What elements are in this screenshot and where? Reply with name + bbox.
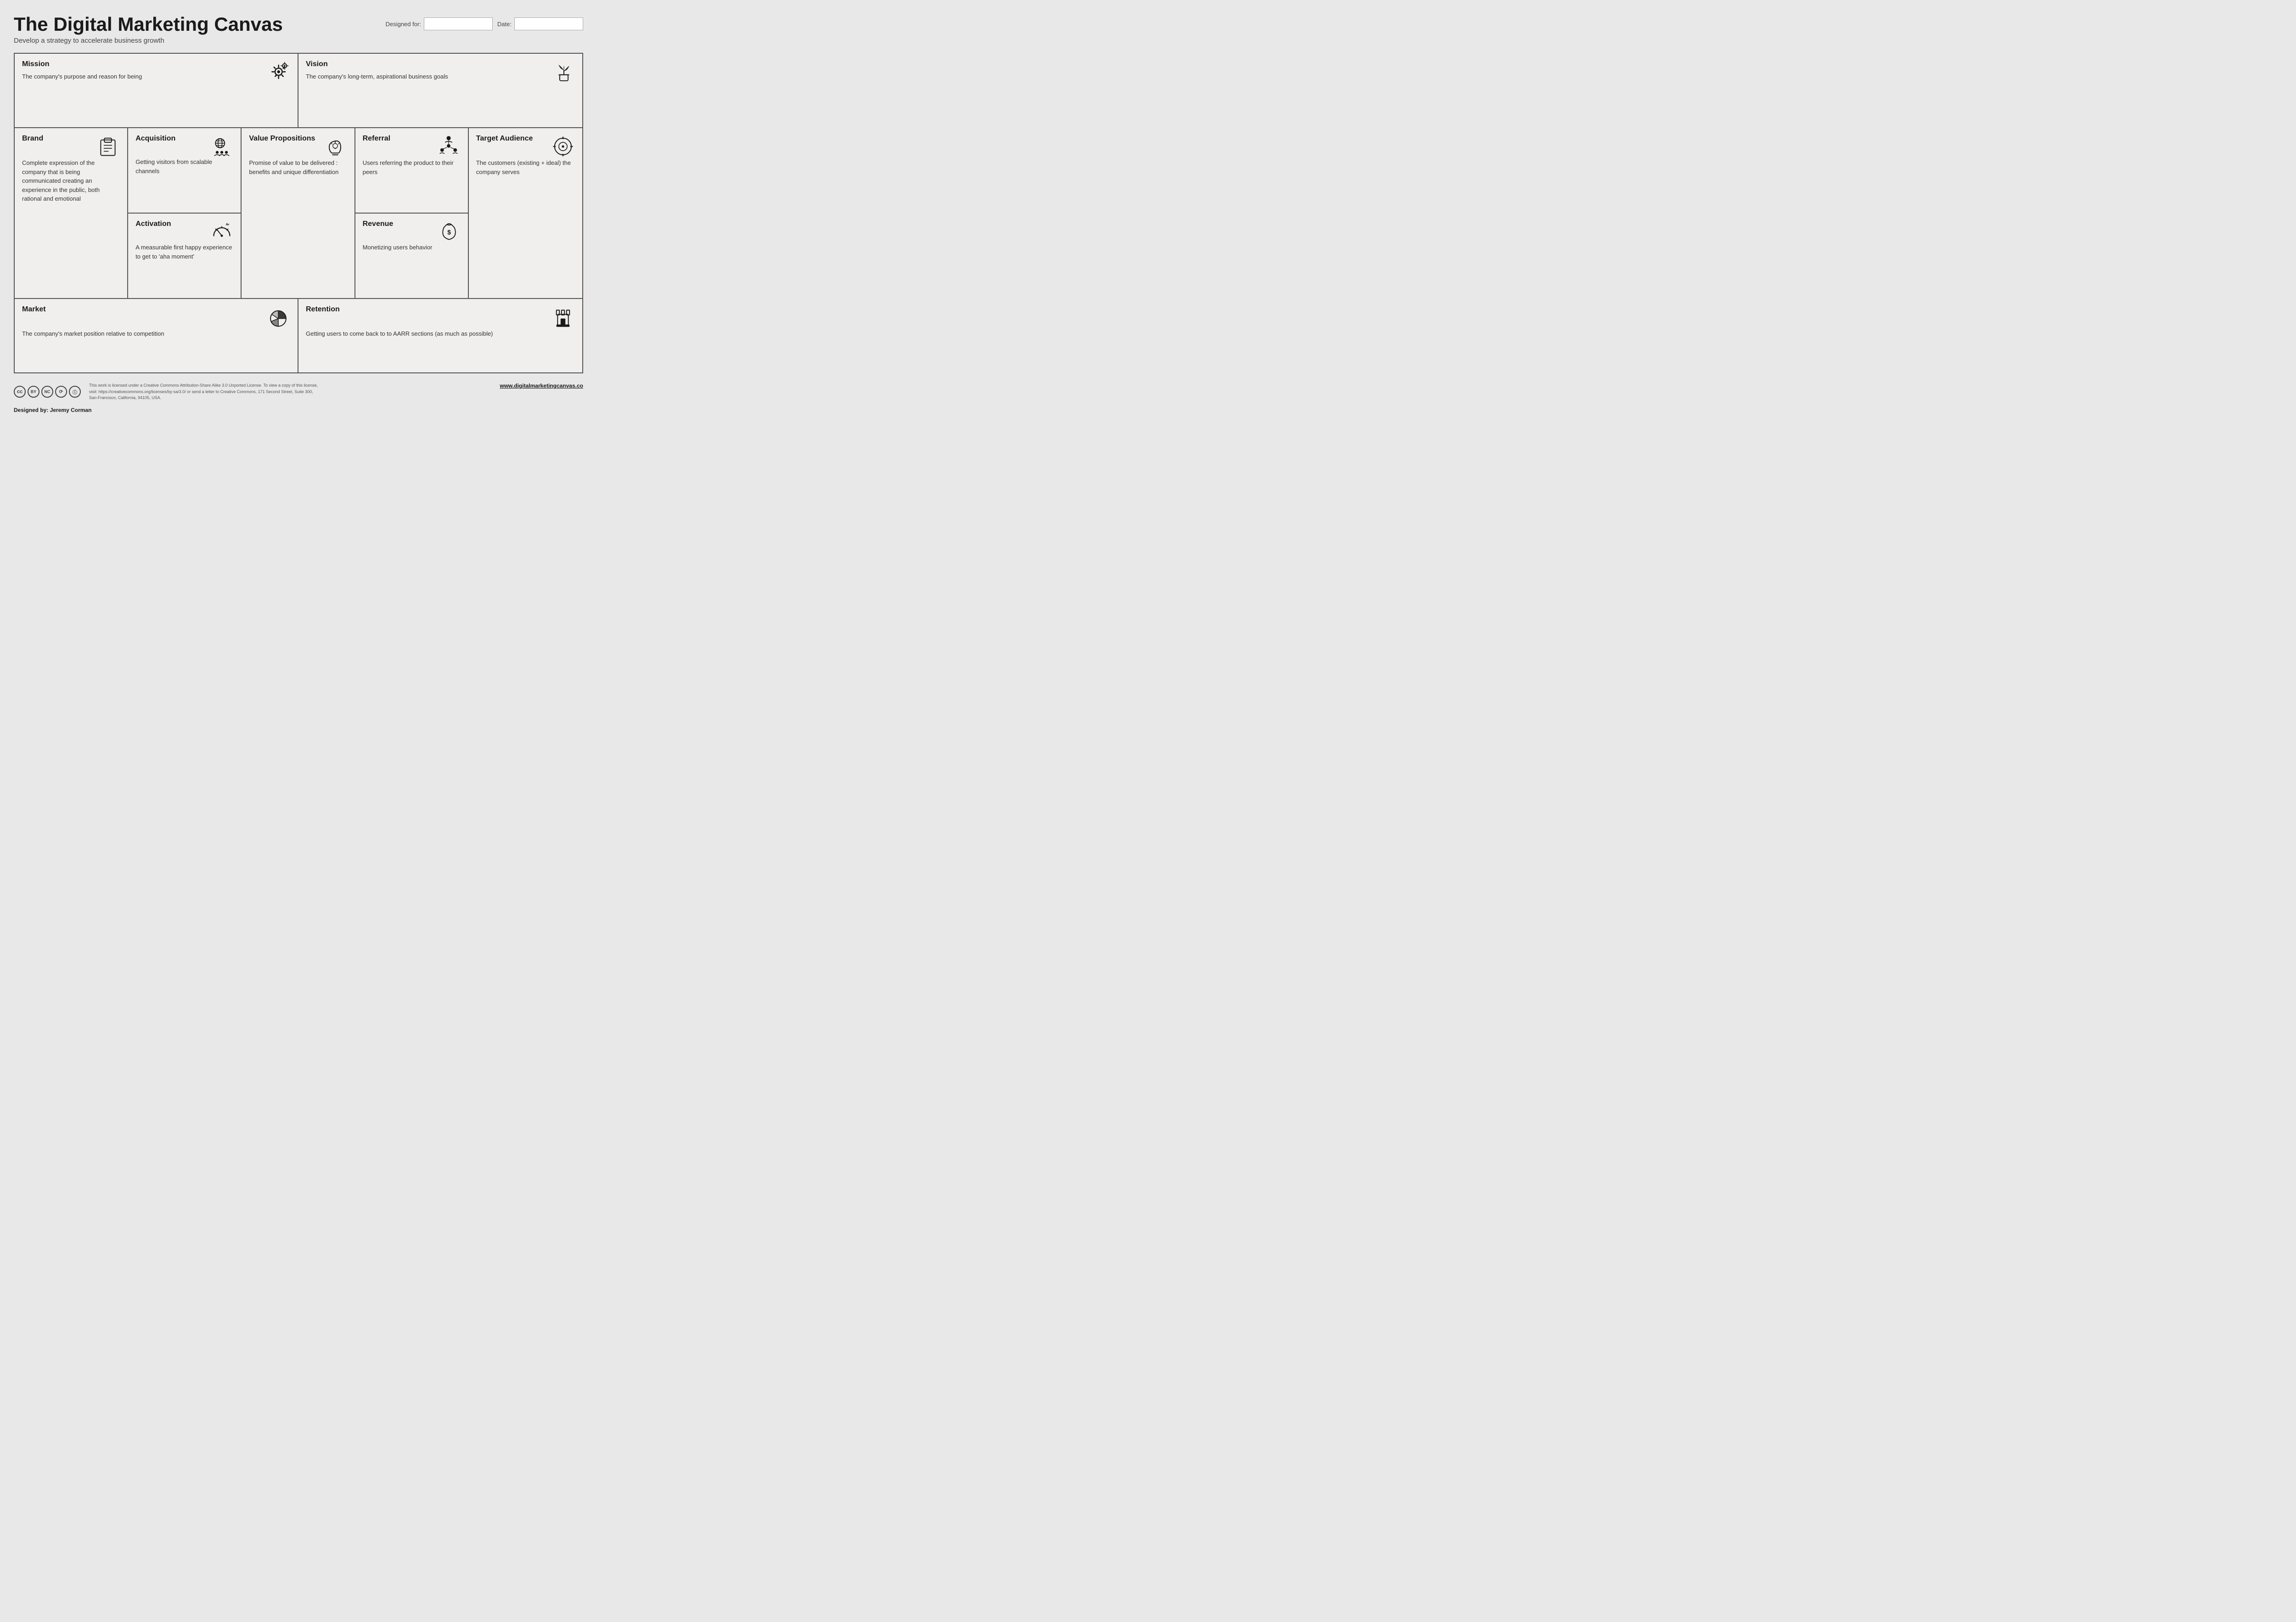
cc-share-icon: ⓘ: [69, 386, 81, 398]
designer-name: Jeremy Corman: [50, 407, 92, 413]
svg-text:$: $: [447, 229, 451, 236]
retention-icon: [551, 305, 575, 329]
activation-icon: [210, 220, 233, 243]
cell-market: Market The compan: [15, 299, 298, 372]
page-title: The Digital Marketing Canvas: [14, 14, 283, 35]
brand-desc: Complete expression of the company that …: [22, 158, 120, 203]
activation-title: Activation: [135, 220, 171, 228]
acquisition-icon: [210, 135, 233, 158]
vision-desc: The company's long-term, aspirational bu…: [306, 72, 575, 81]
date-label: Date:: [497, 21, 512, 28]
cell-revenue: Revenue $ Monetizing users behavior: [355, 214, 468, 298]
cell-mission: Mission The company's purpose and reason…: [15, 54, 298, 127]
header-form-fields: Designed for: Date:: [386, 17, 583, 30]
mission-desc: The company's purpose and reason for bei…: [22, 72, 290, 81]
market-title: Market: [22, 305, 46, 314]
market-desc: The company's market position relative t…: [22, 329, 290, 338]
cell-acquisition: Acquisition: [128, 128, 241, 214]
footer-left: cc BY NC ⟳ ⓘ This work is licensed under…: [14, 383, 319, 401]
cc-license-icons: cc BY NC ⟳ ⓘ: [14, 386, 81, 398]
cc-icon: cc: [14, 386, 26, 398]
value-propositions-title: Value Propositions: [249, 135, 315, 143]
referral-icon: [437, 135, 461, 158]
retention-title: Retention: [306, 305, 340, 314]
brand-icon: [96, 135, 120, 158]
row-bottom: Market The compan: [15, 299, 582, 372]
footer-website: www.digitalmarketingcanvas.co: [500, 383, 583, 389]
target-audience-title: Target Audience: [476, 135, 533, 143]
target-audience-desc: The customers (existing + ideal) the com…: [476, 158, 575, 176]
retention-desc: Getting users to come back to to AARR se…: [306, 329, 575, 338]
vision-icon: [552, 59, 576, 83]
vision-title: Vision: [306, 60, 575, 68]
page-footer: cc BY NC ⟳ ⓘ This work is licensed under…: [14, 380, 583, 413]
page-header: The Digital Marketing Canvas Develop a s…: [14, 14, 583, 45]
cell-activation: Activation A measurable first happy expe…: [128, 214, 241, 298]
cell-referral: Referral: [355, 128, 468, 214]
designer-label: Designed by:: [14, 407, 48, 413]
cell-value-propositions: Value Propositions Promise of value to b…: [242, 128, 355, 298]
canvas-grid: Mission The company's purpose and reason…: [14, 53, 583, 373]
acquisition-title: Acquisition: [135, 135, 175, 143]
cell-target-audience: Target Audience T: [469, 128, 582, 298]
col-acq-act: Acquisition: [128, 128, 242, 298]
date-field: Date:: [497, 17, 583, 30]
footer-license-text: This work is licensed under a Creative C…: [89, 383, 319, 401]
referral-title: Referral: [363, 135, 390, 143]
cc-nc-icon: NC: [41, 386, 53, 398]
page-subtitle: Develop a strategy to accelerate busines…: [14, 37, 283, 45]
cc-by-icon: BY: [28, 386, 39, 398]
activation-desc: A measurable first happy experience to g…: [135, 243, 233, 261]
brand-title: Brand: [22, 135, 43, 143]
revenue-title: Revenue: [363, 220, 394, 228]
cc-nd-icon: ⟳: [55, 386, 67, 398]
acquisition-desc: Getting visitors from scalable channels: [135, 158, 233, 175]
cell-retention: Retention Getting users to come back to …: [298, 299, 582, 372]
col-ref-rev: Referral: [355, 128, 469, 298]
date-input[interactable]: [514, 17, 583, 30]
title-block: The Digital Marketing Canvas Develop a s…: [14, 14, 283, 45]
designed-for-label: Designed for:: [386, 21, 421, 28]
value-propositions-desc: Promise of value to be delivered : benef…: [249, 158, 347, 176]
revenue-desc: Monetizing users behavior: [363, 243, 461, 252]
market-icon: [266, 305, 290, 329]
revenue-icon: $: [438, 220, 461, 243]
mission-icon: [267, 59, 291, 83]
cell-brand: Brand Complete expression of the company…: [15, 128, 128, 298]
row-mission-vision: Mission The company's purpose and reason…: [15, 54, 582, 128]
target-audience-icon: [551, 135, 575, 158]
row-middle: Brand Complete expression of the company…: [15, 128, 582, 299]
designed-for-field: Designed for:: [386, 17, 493, 30]
designer-credit: Designed by: Jeremy Corman: [14, 407, 319, 413]
value-propositions-icon: [323, 135, 347, 158]
designed-for-input[interactable]: [424, 17, 493, 30]
mission-title: Mission: [22, 60, 290, 68]
referral-desc: Users referring the product to their pee…: [363, 158, 461, 176]
cell-vision: Vision The company's long-term, aspirati…: [298, 54, 582, 127]
